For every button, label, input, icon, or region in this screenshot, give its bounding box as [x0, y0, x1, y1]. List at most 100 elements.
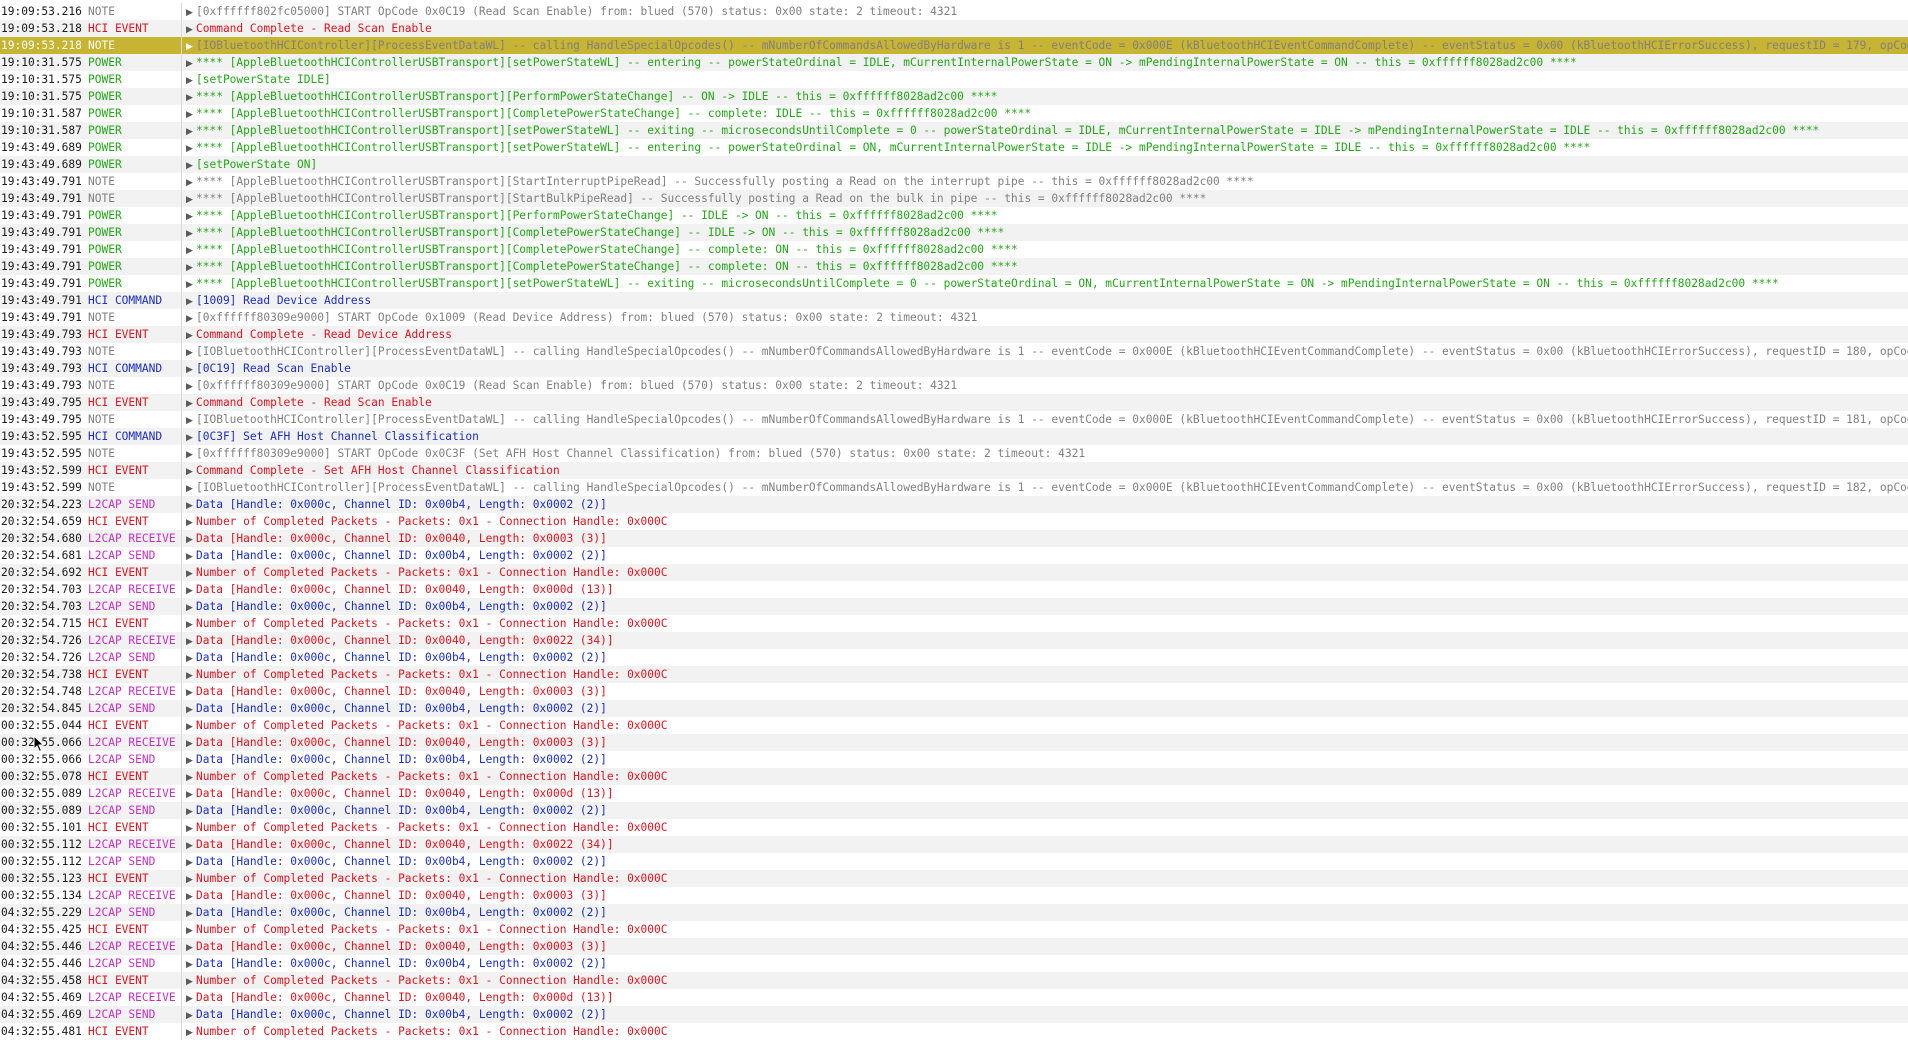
disclosure-triangle-icon[interactable]: ▶: [186, 379, 196, 394]
log-row[interactable]: 19:43:49.791 POWER ▶ **** [AppleBluetoothHC…: [0, 207, 1908, 224]
log-row[interactable]: 19:10:31.575 POWER ▶ [setPowerState IDLE]: [0, 71, 1908, 88]
log-row[interactable]: 00:32:55.089 L2CAP RECEIVE ▶ Data [Handle: …: [0, 785, 1908, 802]
log-row[interactable]: 20:32:54.715 HCI EVENT ▶ Number of Complete…: [0, 615, 1908, 632]
log-row[interactable]: 19:43:52.595 HCI COMMAND ▶ [0C3F] Set AFH H…: [0, 428, 1908, 445]
log-row[interactable]: 19:43:49.791 POWER ▶ **** [AppleBluetoothHC…: [0, 275, 1908, 292]
log-row[interactable]: 19:43:49.793 NOTE ▶ [0xffffff80309e9000] ST…: [0, 377, 1908, 394]
disclosure-triangle-icon[interactable]: ▶: [186, 430, 196, 445]
log-row[interactable]: 19:43:49.791 POWER ▶ **** [AppleBluetoothHC…: [0, 241, 1908, 258]
log-row[interactable]: 00:32:55.134 L2CAP RECEIVE ▶ Data [Handle: …: [0, 887, 1908, 904]
disclosure-triangle-icon[interactable]: ▶: [186, 770, 196, 785]
log-row[interactable]: 20:32:54.748 L2CAP RECEIVE ▶ Data [Handle: …: [0, 683, 1908, 700]
log-row[interactable]: 04:32:55.481 HCI EVENT ▶ Number of Complete…: [0, 1023, 1908, 1040]
disclosure-triangle-icon[interactable]: ▶: [186, 906, 196, 921]
disclosure-triangle-icon[interactable]: ▶: [186, 277, 196, 292]
log-row[interactable]: 00:32:55.066L2CAP RECEIVE▶Data [Handle: …: [0, 734, 1908, 751]
disclosure-triangle-icon[interactable]: ▶: [186, 175, 196, 190]
disclosure-triangle-icon[interactable]: ▶: [186, 991, 196, 1006]
disclosure-triangle-icon[interactable]: ▶: [186, 583, 196, 598]
log-row[interactable]: 19:43:49.793 HCI COMMAND ▶ [0C19] Read Scan…: [0, 360, 1908, 377]
disclosure-triangle-icon[interactable]: ▶: [186, 566, 196, 581]
disclosure-triangle-icon[interactable]: ▶: [186, 311, 196, 326]
disclosure-triangle-icon[interactable]: ▶: [186, 413, 196, 428]
log-row[interactable]: 19:43:49.791 NOTE ▶ [0xffffff80309e9000] ST…: [0, 309, 1908, 326]
disclosure-triangle-icon[interactable]: ▶: [186, 447, 196, 462]
disclosure-triangle-icon[interactable]: ▶: [186, 600, 196, 615]
disclosure-triangle-icon[interactable]: ▶: [186, 1008, 196, 1023]
log-row[interactable]: 04:32:55.425 HCI EVENT ▶ Number of Complete…: [0, 921, 1908, 938]
disclosure-triangle-icon[interactable]: ▶: [186, 515, 196, 530]
log-row[interactable]: 20:32:54.738 HCI EVENT ▶ Number of Complete…: [0, 666, 1908, 683]
disclosure-triangle-icon[interactable]: ▶: [186, 464, 196, 479]
log-row[interactable]: 19:43:52.599 NOTE ▶ [IOBluetoothHCIControll…: [0, 479, 1908, 496]
disclosure-triangle-icon[interactable]: ▶: [186, 974, 196, 989]
log-row[interactable]: 04:32:55.229 L2CAP SEND ▶ Data [Handle: 0x0…: [0, 904, 1908, 921]
disclosure-triangle-icon[interactable]: ▶: [186, 243, 196, 258]
disclosure-triangle-icon[interactable]: ▶: [186, 260, 196, 275]
disclosure-triangle-icon[interactable]: ▶: [186, 940, 196, 955]
log-row[interactable]: 20:32:54.692 HCI EVENT ▶ Number of Complete…: [0, 564, 1908, 581]
log-row[interactable]: 20:32:54.703 L2CAP RECEIVE ▶ Data [Handle: …: [0, 581, 1908, 598]
log-row[interactable]: 19:09:53.218 HCI EVENT ▶ Command Complete -…: [0, 20, 1908, 37]
disclosure-triangle-icon[interactable]: ▶: [186, 753, 196, 768]
disclosure-triangle-icon[interactable]: ▶: [186, 294, 196, 309]
log-row[interactable]: 00:32:55.044 HCI EVENT ▶ Number of Complete…: [0, 717, 1908, 734]
log-row[interactable]: 19:10:31.575 POWER ▶ **** [AppleBluetoothHC…: [0, 54, 1908, 71]
log-row[interactable]: 20:32:54.703 L2CAP SEND ▶ Data [Handle: 0x0…: [0, 598, 1908, 615]
disclosure-triangle-icon[interactable]: ▶: [186, 838, 196, 853]
disclosure-triangle-icon[interactable]: ▶: [186, 923, 196, 938]
disclosure-triangle-icon[interactable]: ▶: [186, 226, 196, 241]
disclosure-triangle-icon[interactable]: ▶: [186, 90, 196, 105]
log-row[interactable]: 19:43:49.793 NOTE ▶ [IOBluetoothHCIControll…: [0, 343, 1908, 360]
disclosure-triangle-icon[interactable]: ▶: [186, 209, 196, 224]
log-row[interactable]: 00:32:55.066 L2CAP SEND ▶ Data [Handle: 0x0…: [0, 751, 1908, 768]
log-row[interactable]: 19:43:49.795 NOTE ▶ [IOBluetoothHCIControll…: [0, 411, 1908, 428]
log-row[interactable]: 04:32:55.469 L2CAP SEND ▶ Data [Handle: 0x0…: [0, 1006, 1908, 1023]
disclosure-triangle-icon[interactable]: ▶: [186, 141, 196, 156]
disclosure-triangle-icon[interactable]: ▶: [186, 634, 196, 649]
log-row[interactable]: 20:32:54.726 L2CAP RECEIVE ▶ Data [Handle: …: [0, 632, 1908, 649]
log-row[interactable]: 04:32:55.446 L2CAP SEND ▶ Data [Handle: 0x0…: [0, 955, 1908, 972]
disclosure-triangle-icon[interactable]: ▶: [186, 481, 196, 496]
log-row[interactable]: 19:43:49.793 HCI EVENT ▶ Command Complete -…: [0, 326, 1908, 343]
disclosure-triangle-icon[interactable]: ▶: [186, 56, 196, 71]
disclosure-triangle-icon[interactable]: ▶: [186, 22, 196, 37]
log-row[interactable]: 00:32:55.101 HCI EVENT ▶ Number of Complete…: [0, 819, 1908, 836]
log-row[interactable]: 19:43:49.791 POWER ▶ **** [AppleBluetoothHC…: [0, 224, 1908, 241]
disclosure-triangle-icon[interactable]: ▶: [186, 549, 196, 564]
disclosure-triangle-icon[interactable]: ▶: [186, 872, 196, 887]
disclosure-triangle-icon[interactable]: ▶: [186, 719, 196, 734]
disclosure-triangle-icon[interactable]: ▶: [186, 124, 196, 139]
log-row[interactable]: 19:43:49.791 POWER ▶ **** [AppleBluetoothHC…: [0, 258, 1908, 275]
disclosure-triangle-icon[interactable]: ▶: [186, 5, 196, 20]
log-row[interactable]: 20:32:54.659 HCI EVENT ▶ Number of Complete…: [0, 513, 1908, 530]
disclosure-triangle-icon[interactable]: ▶: [186, 345, 196, 360]
disclosure-triangle-icon[interactable]: ▶: [186, 821, 196, 836]
log-row[interactable]: 19:43:49.791 NOTE ▶ **** [AppleBluetoothHCI…: [0, 173, 1908, 190]
disclosure-triangle-icon[interactable]: ▶: [186, 362, 196, 377]
log-row[interactable]: 19:09:53.218 NOTE ▶ [IOBluetoothHCIControll…: [0, 37, 1908, 54]
disclosure-triangle-icon[interactable]: ▶: [186, 39, 196, 54]
disclosure-triangle-icon[interactable]: ▶: [186, 702, 196, 717]
disclosure-triangle-icon[interactable]: ▶: [186, 532, 196, 547]
log-row[interactable]: 19:10:31.587 POWER ▶ **** [AppleBluetoothHC…: [0, 105, 1908, 122]
log-row[interactable]: 19:43:49.791 HCI COMMAND ▶ [1009] Read Devi…: [0, 292, 1908, 309]
log-row[interactable]: 19:10:31.587 POWER ▶ **** [AppleBluetoothHC…: [0, 122, 1908, 139]
disclosure-triangle-icon[interactable]: ▶: [186, 957, 196, 972]
log-row[interactable]: 04:32:55.458 HCI EVENT ▶ Number of Complete…: [0, 972, 1908, 989]
log-row[interactable]: 00:32:55.112 L2CAP SEND ▶ Data [Handle: 0x0…: [0, 853, 1908, 870]
disclosure-triangle-icon[interactable]: ▶: [186, 1025, 196, 1040]
log-row[interactable]: 00:32:55.089 L2CAP SEND ▶ Data [Handle: 0x0…: [0, 802, 1908, 819]
disclosure-triangle-icon[interactable]: ▶: [186, 651, 196, 666]
log-row[interactable]: 04:32:55.446 L2CAP RECEIVE ▶ Data [Handle: …: [0, 938, 1908, 955]
log-row[interactable]: 20:32:54.681 L2CAP SEND ▶ Data [Handle: 0x0…: [0, 547, 1908, 564]
log-row[interactable]: 19:43:49.795 HCI EVENT ▶ Command Complete -…: [0, 394, 1908, 411]
log-row[interactable]: 19:43:52.599 HCI EVENT ▶ Command Complete -…: [0, 462, 1908, 479]
log-row[interactable]: 19:43:49.791 NOTE ▶ **** [AppleBluetoothHCI…: [0, 190, 1908, 207]
disclosure-triangle-icon[interactable]: ▶: [186, 396, 196, 411]
disclosure-triangle-icon[interactable]: ▶: [186, 192, 196, 207]
disclosure-triangle-icon[interactable]: ▶: [186, 328, 196, 343]
disclosure-triangle-icon[interactable]: ▶: [186, 889, 196, 904]
log-row[interactable]: 19:09:53.216 NOTE ▶ [0xffffff802fc05000] ST…: [0, 3, 1908, 20]
log-row[interactable]: 19:43:49.689 POWER ▶ [setPowerState ON]: [0, 156, 1908, 173]
